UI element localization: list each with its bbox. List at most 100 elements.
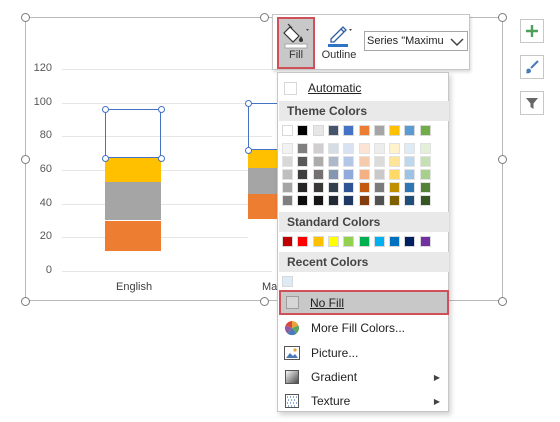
theme-color-shade-swatch[interactable] xyxy=(327,195,339,206)
theme-color-shade-swatch[interactable] xyxy=(373,143,385,154)
theme-color-shade-swatch[interactable] xyxy=(373,182,385,193)
theme-color-shade-swatch[interactable] xyxy=(373,156,385,167)
theme-color-swatch[interactable] xyxy=(327,125,339,136)
theme-color-swatch[interactable] xyxy=(373,125,385,136)
theme-color-shade-swatch[interactable] xyxy=(297,169,309,180)
gradient-icon xyxy=(284,369,300,385)
theme-color-swatch[interactable] xyxy=(297,125,309,136)
theme-color-shade-swatch[interactable] xyxy=(419,195,431,206)
theme-color-swatch[interactable] xyxy=(419,125,431,136)
texture-option[interactable]: Texture ▶ xyxy=(278,390,448,412)
outline-button[interactable]: Outline xyxy=(319,17,359,69)
resize-handle[interactable] xyxy=(21,297,30,306)
resize-handle[interactable] xyxy=(498,155,507,164)
theme-color-swatch[interactable] xyxy=(343,125,355,136)
theme-color-shade-swatch[interactable] xyxy=(358,182,370,193)
resize-handle[interactable] xyxy=(498,13,507,22)
theme-color-shade-swatch[interactable] xyxy=(343,195,355,206)
theme-color-shade-swatch[interactable] xyxy=(327,169,339,180)
theme-color-shade-swatch[interactable] xyxy=(312,182,324,193)
standard-color-swatch[interactable] xyxy=(327,236,339,247)
standard-color-swatch[interactable] xyxy=(343,236,355,247)
chart-elements-button[interactable] xyxy=(520,19,544,43)
theme-color-shade-swatch[interactable] xyxy=(312,169,324,180)
theme-color-shade-swatch[interactable] xyxy=(312,195,324,206)
standard-color-swatch[interactable] xyxy=(373,236,385,247)
theme-color-shade-swatch[interactable] xyxy=(389,182,401,193)
resize-handle[interactable] xyxy=(498,297,507,306)
theme-color-shade-swatch[interactable] xyxy=(389,143,401,154)
color-wheel-icon xyxy=(284,320,300,336)
theme-color-shade-swatch[interactable] xyxy=(389,169,401,180)
theme-color-shade-swatch[interactable] xyxy=(389,195,401,206)
recent-color-swatch[interactable] xyxy=(282,276,293,287)
resize-handle[interactable] xyxy=(21,155,30,164)
chart-styles-button[interactable] xyxy=(520,55,544,79)
more-fill-colors-label: More Fill Colors... xyxy=(311,321,406,335)
theme-color-swatch[interactable] xyxy=(282,125,293,136)
theme-color-shade-swatch[interactable] xyxy=(282,156,293,167)
theme-color-shade-swatch[interactable] xyxy=(282,182,293,193)
theme-color-shade-swatch[interactable] xyxy=(358,156,370,167)
fill-button[interactable]: Fill xyxy=(277,17,315,69)
theme-color-shade-swatch[interactable] xyxy=(297,195,309,206)
theme-color-swatch[interactable] xyxy=(312,125,324,136)
resize-handle[interactable] xyxy=(260,297,269,306)
standard-color-swatch[interactable] xyxy=(297,236,309,247)
theme-color-shade-swatch[interactable] xyxy=(297,156,309,167)
texture-label: Texture xyxy=(311,394,351,408)
theme-color-shade-swatch[interactable] xyxy=(404,143,416,154)
resize-handle[interactable] xyxy=(260,13,269,22)
theme-color-shade-swatch[interactable] xyxy=(404,182,416,193)
theme-color-shade-swatch[interactable] xyxy=(358,143,370,154)
no-fill-label: No Fill xyxy=(310,295,345,310)
theme-color-shade-swatch[interactable] xyxy=(343,169,355,180)
standard-colors-header: Standard Colors xyxy=(279,212,449,232)
theme-color-shade-swatch[interactable] xyxy=(404,195,416,206)
theme-color-shade-swatch[interactable] xyxy=(389,156,401,167)
theme-color-shade-swatch[interactable] xyxy=(419,156,431,167)
theme-color-shade-swatch[interactable] xyxy=(419,169,431,180)
theme-color-shade-swatch[interactable] xyxy=(373,195,385,206)
theme-color-shade-swatch[interactable] xyxy=(373,169,385,180)
theme-colors-header: Theme Colors xyxy=(279,101,449,121)
standard-color-swatch[interactable] xyxy=(358,236,370,247)
theme-color-shade-swatch[interactable] xyxy=(327,143,339,154)
theme-color-shade-swatch[interactable] xyxy=(297,182,309,193)
theme-color-shade-swatch[interactable] xyxy=(358,169,370,180)
theme-color-shade-swatch[interactable] xyxy=(312,143,324,154)
no-fill-option[interactable]: No Fill xyxy=(279,290,449,315)
standard-color-swatch[interactable] xyxy=(404,236,416,247)
theme-color-swatch[interactable] xyxy=(389,125,401,136)
standard-color-swatch[interactable] xyxy=(389,236,401,247)
theme-color-shade-swatch[interactable] xyxy=(404,169,416,180)
x-axis-label: English xyxy=(116,281,153,293)
theme-color-shade-swatch[interactable] xyxy=(327,182,339,193)
standard-color-swatch[interactable] xyxy=(419,236,431,247)
theme-color-shade-swatch[interactable] xyxy=(327,156,339,167)
gradient-option[interactable]: Gradient ▶ xyxy=(278,366,448,388)
theme-color-shade-swatch[interactable] xyxy=(343,156,355,167)
theme-color-shade-swatch[interactable] xyxy=(312,156,324,167)
series-selector-value: Series "Maximu xyxy=(367,35,444,47)
theme-color-shade-swatch[interactable] xyxy=(419,182,431,193)
theme-color-shade-swatch[interactable] xyxy=(282,195,293,206)
theme-color-swatch[interactable] xyxy=(358,125,370,136)
theme-color-shade-swatch[interactable] xyxy=(343,182,355,193)
more-fill-colors-option[interactable]: More Fill Colors... xyxy=(278,317,448,339)
theme-color-shade-swatch[interactable] xyxy=(282,143,293,154)
standard-color-swatch[interactable] xyxy=(282,236,293,247)
theme-color-shade-swatch[interactable] xyxy=(343,143,355,154)
theme-color-shade-swatch[interactable] xyxy=(404,156,416,167)
automatic-option[interactable]: Automatic xyxy=(278,77,448,99)
theme-color-shade-swatch[interactable] xyxy=(282,169,293,180)
standard-color-swatch[interactable] xyxy=(312,236,324,247)
resize-handle[interactable] xyxy=(21,13,30,22)
series-selector-dropdown[interactable]: Series "Maximu xyxy=(364,31,468,51)
theme-color-shade-swatch[interactable] xyxy=(358,195,370,206)
chart-filters-button[interactable] xyxy=(520,91,544,115)
picture-option[interactable]: Picture... xyxy=(278,342,448,364)
theme-color-shade-swatch[interactable] xyxy=(297,143,309,154)
theme-color-shade-swatch[interactable] xyxy=(419,143,431,154)
theme-color-swatch[interactable] xyxy=(404,125,416,136)
